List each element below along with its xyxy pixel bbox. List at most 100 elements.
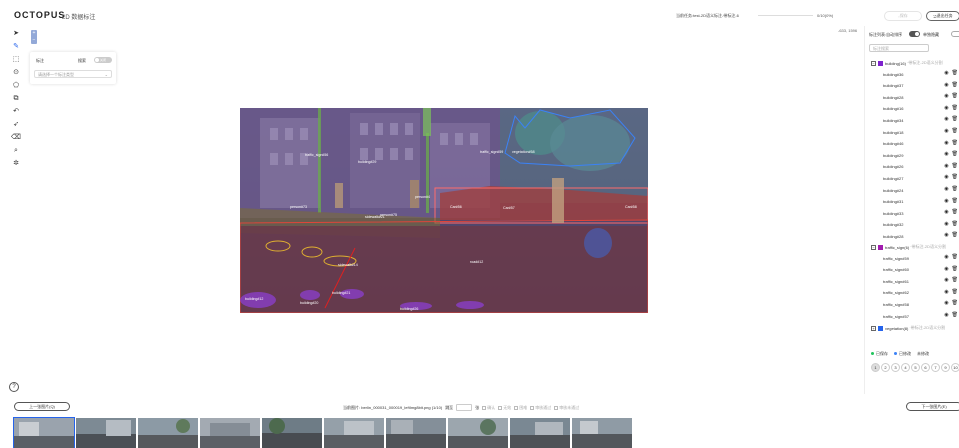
annotation-item[interactable]: building#18 ◉ 🗑 xyxy=(883,127,958,137)
thumbnail[interactable] xyxy=(262,418,322,448)
trash-icon[interactable]: 🗑 xyxy=(952,175,958,180)
trash-icon[interactable]: 🗑 xyxy=(952,71,958,76)
page-button[interactable]: 1 xyxy=(871,363,880,372)
trash-icon[interactable]: 🗑 xyxy=(952,140,958,146)
layers-icon[interactable]: ⧉ xyxy=(10,93,22,103)
page-button[interactable]: 9 xyxy=(941,363,950,372)
eye-hide-icon[interactable]: ◉ xyxy=(944,221,948,227)
eye-hide-icon[interactable]: ◉ xyxy=(944,94,948,99)
check-approved[interactable]: 审核通过 xyxy=(530,405,551,411)
trash-icon[interactable]: 🗑 xyxy=(952,313,958,318)
eye-hide-icon[interactable]: ◉ xyxy=(944,198,948,204)
eye-hide-icon[interactable]: ◉ xyxy=(944,71,948,76)
trash-icon[interactable]: 🗑 xyxy=(952,105,958,111)
trash-icon[interactable]: 🗑 xyxy=(952,129,958,134)
box-select-icon[interactable]: ⬚ xyxy=(10,54,22,64)
annotation-item[interactable]: traffic_sign#57 ◉ 🗑 xyxy=(883,311,958,321)
eye-hide-icon[interactable]: ◉ xyxy=(944,313,948,318)
polygon-icon[interactable]: ⬠ xyxy=(10,80,22,90)
thumbnail[interactable] xyxy=(200,418,260,448)
sort-toggle[interactable] xyxy=(909,31,920,37)
exit-task-button[interactable]: ⎋ 退出任务 xyxy=(926,11,959,21)
pointer-icon[interactable]: ➤ xyxy=(10,28,22,38)
eye-hide-icon[interactable]: ◉ xyxy=(944,105,948,111)
check-rejected[interactable]: 审核未通过 xyxy=(554,405,579,411)
pen-icon[interactable]: ✎ xyxy=(10,41,22,51)
annotation-item[interactable]: building#29 ◉ 🗑 xyxy=(883,150,958,160)
trash-icon[interactable]: 🗑 xyxy=(952,94,958,99)
magic-icon[interactable]: ✲ xyxy=(10,158,22,168)
thumbnail[interactable] xyxy=(386,418,446,448)
zoom-in-button[interactable]: + xyxy=(33,31,36,36)
collapse-icon[interactable]: − xyxy=(871,244,876,250)
thumbnail[interactable] xyxy=(13,417,75,448)
check-difficult[interactable]: 困难 xyxy=(514,405,527,411)
zoom-region-icon[interactable]: ⌕ xyxy=(10,145,22,155)
annotation-item[interactable]: building#46 ◉ 🗑 xyxy=(883,139,958,149)
annotation-item[interactable]: building#16 ◉ 🗑 xyxy=(883,104,958,114)
eye-hide-icon[interactable]: ◉ xyxy=(944,117,948,122)
group-traffic-sign[interactable]: − traffic_sign(6) ·带标注-2D语义分割 xyxy=(871,242,946,252)
annotation-item[interactable]: building#33 ◉ 🗑 xyxy=(883,208,958,218)
eye-hide-icon[interactable]: ◉ xyxy=(944,210,948,215)
group-vegetation[interactable]: + vegetation(8) ·带标注-2D语义分割 xyxy=(871,323,945,333)
save-button[interactable]: ▫ 保存 xyxy=(884,11,922,21)
trash-icon[interactable]: 🗑 xyxy=(952,266,958,272)
trash-icon[interactable]: 🗑 xyxy=(952,255,958,260)
check-confirm[interactable]: 确认 xyxy=(482,405,495,411)
annotation-item[interactable]: building#34 ◉ 🗑 xyxy=(883,115,958,125)
eye-hide-icon[interactable]: ◉ xyxy=(944,140,948,146)
annotation-item[interactable]: building#28 ◉ 🗑 xyxy=(883,231,958,241)
trash-icon[interactable]: 🗑 xyxy=(952,198,958,204)
annotation-canvas[interactable]: traffic_sign#56 building#29 vegetation#5… xyxy=(240,108,648,313)
trash-icon[interactable]: 🗑 xyxy=(952,163,958,169)
page-button[interactable]: 5 xyxy=(911,363,920,372)
eye-hide-icon[interactable]: ◉ xyxy=(944,233,948,238)
undo-icon[interactable]: ↶ xyxy=(10,106,22,116)
annotation-item[interactable]: building#32 ◉ 🗑 xyxy=(883,220,958,230)
eraser-icon[interactable]: ⌫ xyxy=(10,132,22,142)
annotated-image[interactable]: traffic_sign#56 building#29 vegetation#5… xyxy=(240,108,648,313)
collapse-icon[interactable]: − xyxy=(871,60,876,66)
help-icon[interactable]: ? xyxy=(9,382,19,392)
thumbnail[interactable] xyxy=(76,418,136,448)
check-invalid[interactable]: 无效 xyxy=(498,405,511,411)
page-button[interactable]: 7 xyxy=(931,363,940,372)
thumbnail[interactable] xyxy=(448,418,508,448)
eye-hide-icon[interactable]: ◉ xyxy=(944,266,948,272)
next-image-button[interactable]: 下一张图片(E) xyxy=(906,402,959,411)
page-button[interactable]: 3 xyxy=(891,363,900,372)
zoom-out-button[interactable]: − xyxy=(33,38,36,43)
eye-hide-icon[interactable]: ◉ xyxy=(944,82,948,88)
trash-icon[interactable]: 🗑 xyxy=(952,233,958,238)
trash-icon[interactable]: 🗑 xyxy=(952,289,958,295)
thumbnail[interactable] xyxy=(510,418,570,448)
trash-icon[interactable]: 🗑 xyxy=(952,187,958,192)
point-icon[interactable]: ⊙ xyxy=(10,67,22,77)
annotation-item[interactable]: building#24 ◉ 🗑 xyxy=(883,185,958,195)
prev-image-button[interactable]: 上一张图片(Q) xyxy=(14,402,70,411)
search-toggle[interactable]: 关闭 xyxy=(94,57,112,63)
eye-hide-icon[interactable]: ◉ xyxy=(944,175,948,180)
annotation-item[interactable]: building#28 ◉ 🗑 xyxy=(883,92,958,102)
eye-hide-icon[interactable]: ◉ xyxy=(944,278,948,283)
label-type-select[interactable]: 请选择一个标注类型 ⌄ xyxy=(34,70,112,78)
trash-icon[interactable]: 🗑 xyxy=(952,117,958,122)
trash-icon[interactable]: 🗑 xyxy=(952,301,958,306)
eye-hide-icon[interactable]: ◉ xyxy=(944,187,948,192)
trash-icon[interactable]: 🗑 xyxy=(952,152,958,157)
page-button[interactable]: 2 xyxy=(881,363,890,372)
page-button[interactable]: 10 xyxy=(951,363,959,372)
page-button[interactable]: 4 xyxy=(901,363,910,372)
brush-icon[interactable]: ➶ xyxy=(10,119,22,129)
annotation-item[interactable]: building#36 ◉ 🗑 xyxy=(883,69,958,79)
annotation-item[interactable]: traffic_sign#61 ◉ 🗑 xyxy=(883,276,958,286)
annotation-item[interactable]: building#27 ◉ 🗑 xyxy=(883,173,958,183)
thumbnail[interactable] xyxy=(572,418,632,448)
annotation-item[interactable]: building#26 ◉ 🗑 xyxy=(883,162,958,172)
thumbnail[interactable] xyxy=(138,418,198,448)
trash-icon[interactable]: 🗑 xyxy=(952,221,958,227)
eye-hide-icon[interactable]: ◉ xyxy=(944,289,948,295)
collapse-icon[interactable]: + xyxy=(871,325,876,331)
page-button[interactable]: 6 xyxy=(921,363,930,372)
